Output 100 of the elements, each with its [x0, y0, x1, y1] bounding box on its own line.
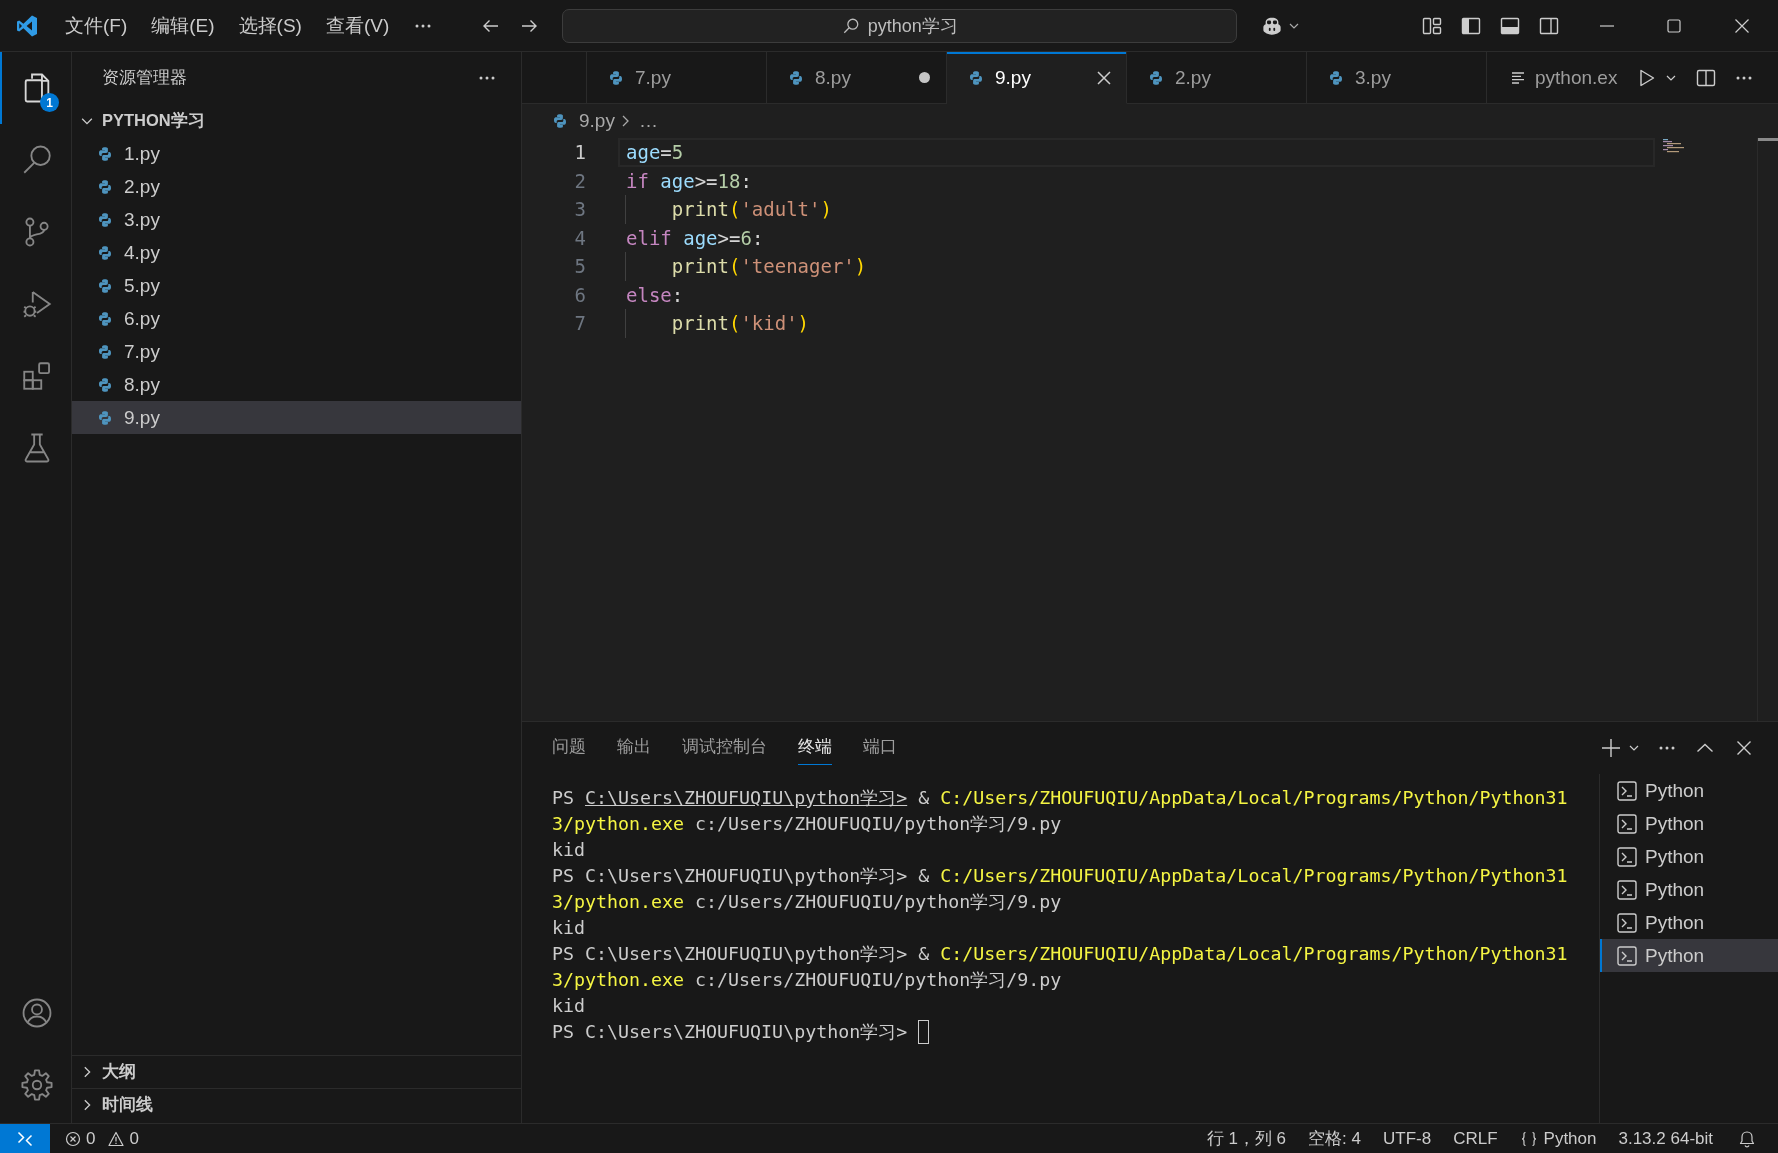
- command-center-field[interactable]: python学习: [562, 8, 1238, 43]
- count-badge: 1: [40, 93, 59, 112]
- terminal-icon: [1617, 846, 1637, 867]
- chevron-up-icon[interactable]: [1696, 743, 1714, 753]
- terminal-line: kid: [552, 994, 586, 1018]
- terminal-icon: [1617, 879, 1637, 900]
- file-item[interactable]: 7.py: [72, 335, 521, 368]
- terminal-session-item[interactable]: Python: [1600, 840, 1778, 873]
- caret-icon[interactable]: [1629, 745, 1639, 751]
- terminal-session-item[interactable]: Python: [1600, 774, 1778, 807]
- path-link[interactable]: C:\Users\ZHOUFUQIU\python学习>: [585, 785, 908, 811]
- status-item[interactable]: 行 1，列 6: [1195, 1127, 1298, 1150]
- status-item[interactable]: 3.13.2 64-bit: [1607, 1128, 1724, 1149]
- minimap-drawing: [1663, 139, 1687, 153]
- file-item[interactable]: 6.py: [72, 302, 521, 335]
- line-number: 6: [573, 282, 586, 308]
- status-item[interactable]: 空格: 4: [1297, 1127, 1372, 1150]
- file-type-icon: [1328, 69, 1344, 86]
- problems-button[interactable]: 0 0: [65, 1124, 139, 1153]
- close-icon[interactable]: [1736, 740, 1752, 756]
- file-type-icon: [97, 145, 113, 162]
- menu-item[interactable]: 选择(S): [226, 7, 314, 44]
- angle-brackets-icon: [16, 1129, 34, 1148]
- panel-tab[interactable]: 端口: [863, 731, 897, 765]
- file-type-icon: [97, 343, 113, 360]
- terminal-line: PS C:\Users\ZHOUFUQIU\python学习> & C:/Users/ZHOUFUQIU/AppData/Local/Programs/Python/Python31: [552, 785, 1568, 811]
- robot-icon[interactable]: [1261, 15, 1284, 36]
- panel-tab[interactable]: 输出: [617, 731, 651, 765]
- editor-tab[interactable]: 9.py: [947, 52, 1127, 104]
- file-type-icon: [788, 69, 804, 86]
- folder-item[interactable]: PYTHON学习: [72, 104, 521, 137]
- line-number: 5: [573, 254, 586, 279]
- file-item[interactable]: 4.py: [72, 236, 521, 269]
- warning-icon: [108, 1130, 125, 1147]
- breadcrumb-item[interactable]: 9.py: [579, 110, 615, 132]
- menu-item[interactable]: 文件(F): [53, 7, 140, 44]
- code-line: if age>=18:: [626, 168, 752, 194]
- breadcrumb-item[interactable]: …: [638, 110, 658, 132]
- file-type-icon: [1148, 69, 1164, 86]
- status-item[interactable]: UTF-8: [1371, 1128, 1443, 1149]
- maximize-icon[interactable]: [1666, 17, 1682, 34]
- terminal-icon: [1617, 945, 1637, 966]
- editor-tab[interactable]: 8.py: [767, 52, 947, 104]
- file-type-icon: [97, 244, 113, 261]
- code-line: print('adult'): [670, 197, 832, 222]
- file-type-icon: [608, 69, 624, 86]
- file-item[interactable]: 2.py: [72, 170, 521, 203]
- file-item[interactable]: 9.py: [72, 401, 521, 434]
- terminal-session-item[interactable]: Python: [1600, 939, 1778, 972]
- section-header[interactable]: 时间线: [72, 1088, 521, 1121]
- terminal-icon: [1617, 780, 1637, 801]
- caret-icon[interactable]: [1666, 74, 1676, 81]
- code-line: age=5: [626, 140, 684, 165]
- menu-item[interactable]: 编辑(E): [139, 7, 227, 44]
- file-type-icon: [97, 277, 113, 294]
- line-number: 2: [573, 168, 586, 194]
- caret-icon[interactable]: [1289, 22, 1300, 29]
- text-lines-icon: [1510, 69, 1526, 86]
- split-editor-icon[interactable]: [1696, 67, 1716, 88]
- code-line: print('teenager'): [670, 254, 867, 279]
- terminal-line: 3/python.exe c:/Users/ZHOUFUQIU/python学习/9.py: [552, 890, 1062, 914]
- app-logo-icon[interactable]: [15, 13, 39, 38]
- line-number: 1: [573, 140, 586, 165]
- overview-ruler-marker: [1758, 138, 1778, 141]
- file-item[interactable]: 5.py: [72, 269, 521, 302]
- error-icon: [65, 1130, 81, 1147]
- terminal-line: 3/python.exe c:/Users/ZHOUFUQIU/python学习/9.py: [552, 812, 1062, 836]
- terminal-line: kid: [552, 916, 586, 940]
- status-item[interactable]: CRLF: [1442, 1128, 1509, 1149]
- editor-tab[interactable]: 7.py: [587, 52, 767, 104]
- menu-item[interactable]: 查看(V): [313, 7, 402, 44]
- settings-icon: [19, 1068, 54, 1102]
- terminal-icon: [1617, 813, 1637, 834]
- plus-icon[interactable]: [1601, 738, 1621, 758]
- editor-tab[interactable]: 3.py: [1307, 52, 1487, 104]
- line-number: 7: [573, 311, 586, 336]
- bell-icon[interactable]: [1738, 1129, 1756, 1148]
- terminal-line: 3/python.exe c:/Users/ZHOUFUQIU/python学习/9.py: [552, 968, 1062, 992]
- file-type-icon: [97, 409, 113, 426]
- language-mode-button[interactable]: Python: [1508, 1128, 1608, 1149]
- file-item[interactable]: 1.py: [72, 137, 521, 170]
- panel-tab[interactable]: 问题: [552, 731, 586, 765]
- close-icon[interactable]: [1734, 17, 1750, 34]
- run-icon[interactable]: [1639, 68, 1655, 87]
- file-type-icon: [97, 178, 113, 195]
- code-line: else:: [626, 282, 684, 308]
- file-item[interactable]: 8.py: [72, 368, 521, 401]
- file-item[interactable]: 3.py: [72, 203, 521, 236]
- terminal-session-item[interactable]: Python: [1600, 873, 1778, 906]
- file-type-icon: [97, 310, 113, 327]
- panel-tab[interactable]: 终端: [798, 731, 832, 765]
- terminal-session-item[interactable]: Python: [1600, 807, 1778, 840]
- chevron-right-icon: [620, 113, 631, 129]
- terminal-session-item[interactable]: Python: [1600, 906, 1778, 939]
- search-icon: [841, 16, 860, 35]
- editor-tab[interactable]: 2.py: [1127, 52, 1307, 104]
- panel-tab[interactable]: 调试控制台: [682, 731, 767, 765]
- file-type-icon: [97, 211, 113, 228]
- section-header[interactable]: 大纲: [72, 1055, 521, 1088]
- close-icon[interactable]: [1096, 69, 1112, 86]
